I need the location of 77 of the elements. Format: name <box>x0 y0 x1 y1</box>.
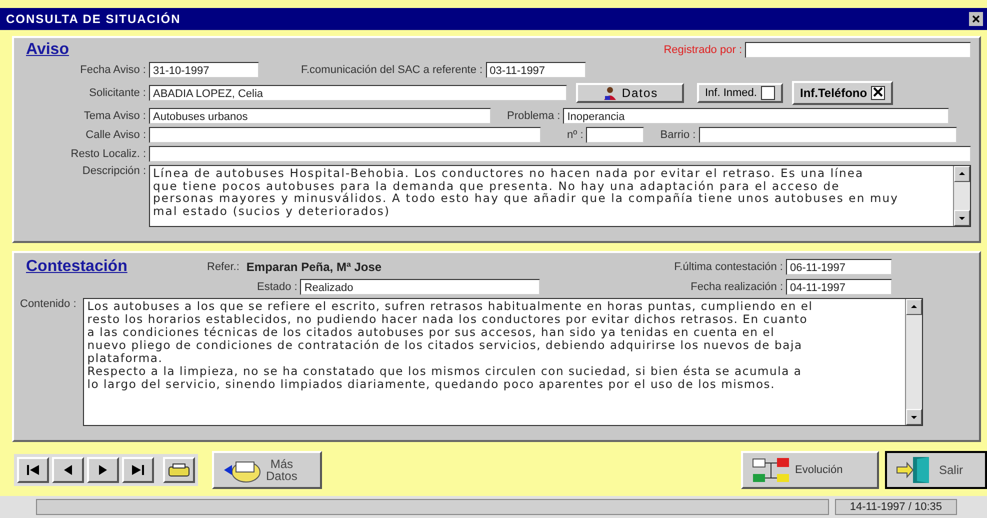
field-label: F.comunicación del SAC a referente : <box>301 64 483 76</box>
cross-icon <box>873 87 884 97</box>
skip-forward-icon <box>132 465 144 475</box>
button-label: Datos <box>266 470 298 482</box>
date-field[interactable]: 04-11-1997 <box>786 279 892 295</box>
last-record-button[interactable] <box>122 457 154 483</box>
right-triangle-icon <box>99 465 107 475</box>
field-label: Descripción : <box>81 165 146 177</box>
solicitante-field[interactable]: ABADIA LOPEZ, Celia <box>149 85 567 101</box>
registrado-field[interactable] <box>745 42 971 58</box>
problema-field[interactable]: Inoperancia <box>563 108 950 124</box>
text-line: resto los horarios establecidos, no pudiendo hacer nada los conductores por evitar dichos retrasos. En cuanto <box>87 313 809 326</box>
text-line: mal estado (sucios y deteriorados) <box>153 204 392 217</box>
status-datetime: 14-11-1997 / 10:35 <box>834 499 957 515</box>
field-label: Barrio : <box>660 129 696 141</box>
text-line: lo largo del servicio, sinendo limpiados diariamente, quedando poco aparentes por el uso de los mismos. <box>87 378 776 391</box>
skip-back-icon <box>27 465 39 475</box>
window-title: CONSULTA DE SITUACIÓN <box>6 12 181 26</box>
referente-name: Emparan Peña, Mª Jose <box>246 260 382 274</box>
tema-field[interactable]: Autobuses urbanos <box>149 108 491 124</box>
checkbox[interactable]: Inf.Teléfono <box>792 81 894 105</box>
field-label: F.última contestación : <box>674 261 783 273</box>
datos-button[interactable]: Datos <box>576 83 684 103</box>
salir-button[interactable]: Salir <box>885 451 987 489</box>
calle-field[interactable] <box>149 127 541 143</box>
date-field[interactable]: 31-10-1997 <box>149 62 259 78</box>
field-label: Estado : <box>257 281 298 293</box>
date-field[interactable]: 06-11-1997 <box>786 259 892 275</box>
scroll-up-icon[interactable] <box>959 172 965 175</box>
mas-datos-button[interactable]: Más Datos <box>212 451 322 489</box>
field-label: Fecha Aviso : <box>79 64 146 76</box>
print-button[interactable] <box>163 457 195 483</box>
text-line: Respecto a la limpieza, no se ha constatado que los mismos circulen con suciedad, si bien ésta se acumula a <box>87 365 803 378</box>
contenido-field[interactable] <box>83 298 924 426</box>
field-label: nº : <box>567 129 584 141</box>
localiz-field[interactable] <box>149 146 971 162</box>
descripcion-field[interactable] <box>149 165 971 227</box>
checkbox-box[interactable] <box>871 86 886 100</box>
scroll-up-icon[interactable] <box>911 305 918 308</box>
field-label: Fecha realización : <box>690 281 783 293</box>
text-line: Los autobuses a los que se refiere el escrito, sufren retrasos habitualmente en horas puntas, cumpliendo en el <box>87 300 814 313</box>
field-label: Contenido : <box>20 298 76 310</box>
checkbox-box[interactable] <box>760 86 775 100</box>
next-button[interactable] <box>87 457 119 483</box>
checkbox[interactable]: Inf. Inmed. <box>697 83 783 103</box>
text-line: personas mayores y minusválidos. A todo esto hay que añadir que la compañía tiene unos autobuses en muy <box>153 192 900 204</box>
scroll-down-icon[interactable] <box>911 416 918 419</box>
number-field[interactable] <box>586 127 644 143</box>
field-label: Tema Aviso : <box>82 110 146 122</box>
scrollbar[interactable] <box>905 299 922 425</box>
text-line: que tiene pocos autobuses para la demanda que presenta. No hay una adaptación para el acceso de <box>153 180 841 192</box>
text-line: plataforma. <box>87 352 163 365</box>
flowchart-icon <box>751 456 791 484</box>
estado-field[interactable]: Realizado <box>300 279 540 295</box>
field-label: Registrado por : <box>664 44 742 56</box>
barrio-field[interactable] <box>698 127 957 143</box>
section-heading: Contestación <box>26 258 128 276</box>
field-label: Problema : <box>507 110 560 122</box>
previous-button[interactable] <box>52 457 84 483</box>
text-line: Línea de autobuses Hospital-Behobia. Los conductores no hacen nada por evitar el retraso. Es una línea <box>153 167 865 180</box>
left-triangle-icon <box>64 465 72 475</box>
date-field[interactable]: 03-11-1997 <box>486 62 586 78</box>
evolucion-button[interactable]: Evolución <box>741 451 879 489</box>
scroll-down-icon[interactable] <box>959 217 965 220</box>
button-label: Más <box>269 458 294 470</box>
text-line: nuevo pliego de condiciones de contratación de los citados servicios, debiendo adquirirse los nuevos de baja <box>87 339 804 352</box>
field-label: Calle Aviso : <box>84 129 146 141</box>
person-icon <box>602 86 618 100</box>
close-icon[interactable] <box>969 12 983 26</box>
scrollbar[interactable] <box>953 166 970 226</box>
field-label: Refer.: <box>207 261 240 273</box>
text-line: a las condiciones técnicas de los citados autobuses por sus accesos, han sido ya tenidas en cuenta en el <box>87 326 776 339</box>
printer-icon <box>168 463 190 477</box>
field-label: Solicitante : <box>88 87 146 99</box>
first-record-button[interactable] <box>17 457 49 483</box>
field-label: Resto Localiz. : <box>70 148 146 160</box>
section-heading: Aviso <box>26 41 69 59</box>
